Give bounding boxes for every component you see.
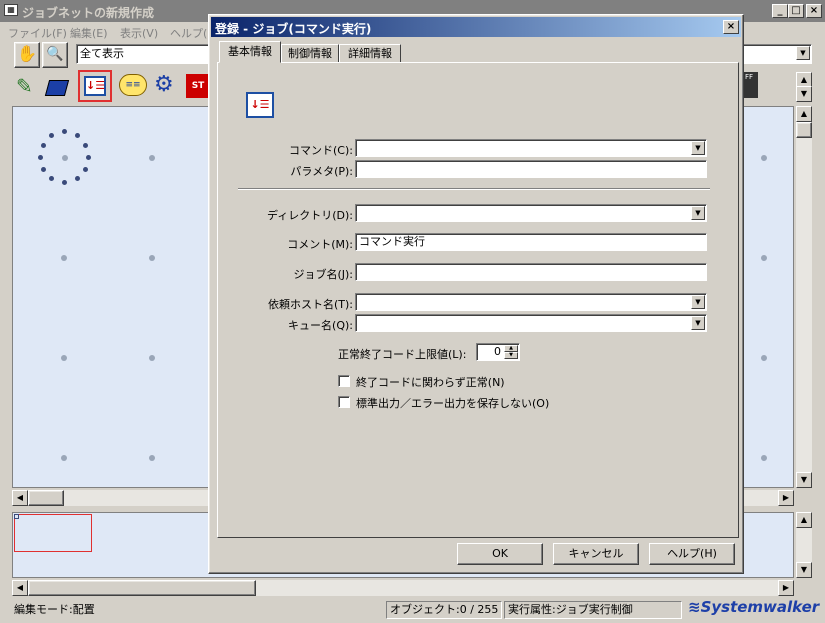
comment-label: コメント(M): (287, 238, 353, 251)
main-window-title: ジョブネットの新規作成 (22, 6, 155, 20)
queue-combo[interactable]: ▼ (355, 314, 707, 332)
close-button[interactable]: × (806, 4, 822, 18)
dialog-close-button[interactable]: × (723, 20, 739, 34)
minimize-button[interactable]: _ (772, 4, 788, 18)
no-save-output-label[interactable]: 標準出力／エラー出力を保存しない(O) (356, 395, 549, 411)
app-icon: ▦ (4, 4, 18, 16)
ignore-exit-code-label[interactable]: 終了コードに関わらず正常(N) (356, 374, 505, 390)
brand-mark-icon: ≋ (688, 598, 701, 616)
help-button[interactable]: ヘルプ(H) (649, 543, 735, 565)
overview-start-marker (14, 514, 19, 519)
grid-dot (149, 255, 155, 261)
host-combo[interactable]: ▼ (355, 293, 707, 311)
scroll-right-icon[interactable]: ▶ (778, 580, 794, 596)
zoom-tool-button[interactable]: 🔍 (42, 42, 68, 68)
right-combo[interactable]: ▼ (742, 44, 812, 64)
scroll-down-icon[interactable]: ▼ (796, 562, 812, 578)
cancel-button[interactable]: キャンセル (553, 543, 639, 565)
hand-icon: ✋ (17, 44, 37, 63)
overview-vscroll[interactable]: ▲ ▼ (796, 512, 812, 578)
tab-basic[interactable]: 基本情報 (219, 41, 281, 63)
menu-view[interactable]: 表示(V) (120, 25, 158, 41)
separator (238, 188, 710, 190)
gear-icon[interactable]: ⚙ (154, 72, 182, 100)
start-node[interactable] (37, 129, 93, 185)
tab-control[interactable]: 制御情報 (281, 44, 339, 63)
overview-hscroll[interactable]: ◀ ▶ (12, 580, 794, 596)
scroll-up-icon[interactable]: ▲ (796, 106, 812, 122)
spinner-down-icon[interactable]: ▼ (504, 352, 518, 359)
view-combo-value: 全て表示 (80, 47, 124, 60)
job-register-dialog: 登録 - ジョブ(コマンド実行) × 基本情報 制御情報 詳細情報 ↓☰ コマン… (208, 14, 744, 574)
grid-dot (761, 255, 767, 261)
menu-edit[interactable]: 編集(E) (70, 25, 108, 41)
hscroll-thumb[interactable] (28, 490, 64, 506)
scroll-down-icon[interactable]: ▼ (796, 472, 812, 488)
directory-label: ディレクトリ(D): (267, 209, 353, 222)
systemwalker-logo: ≋Systemwalker (688, 598, 820, 616)
status-exec-attr: 実行属性:ジョブ実行制御 (504, 601, 682, 619)
grid-dot (149, 155, 155, 161)
grid-dot (61, 355, 67, 361)
toolbar-scroll-down[interactable]: ▼ (796, 86, 812, 102)
command-combo[interactable]: ▼ (355, 139, 707, 157)
vscroll-thumb[interactable] (796, 122, 812, 138)
stop-icon[interactable]: ST (186, 74, 210, 98)
book-icon[interactable] (44, 74, 70, 100)
grid-dot (149, 455, 155, 461)
exit-code-spinner[interactable]: 0 ▲ ▼ (476, 343, 520, 361)
grid-dot (61, 455, 67, 461)
hscroll-thumb[interactable] (28, 580, 256, 596)
exit-code-label: 正常終了コード上限値(L): (338, 348, 467, 361)
overview-viewport[interactable] (14, 514, 92, 552)
command-job-icon: ↓☰ (246, 92, 274, 118)
maximize-button[interactable]: □ (788, 4, 804, 18)
chevron-down-icon[interactable]: ▼ (691, 316, 705, 330)
no-save-output-checkbox[interactable] (338, 396, 350, 408)
tab-detail[interactable]: 詳細情報 (339, 44, 401, 63)
ok-button[interactable]: OK (457, 543, 543, 565)
magnifier-icon: 🔍 (46, 46, 64, 62)
job-name-label: ジョブ名(J): (293, 268, 353, 281)
scroll-left-icon[interactable]: ◀ (12, 580, 28, 596)
ignore-exit-code-checkbox[interactable] (338, 375, 350, 387)
chevron-down-icon[interactable]: ▼ (796, 46, 810, 60)
scroll-up-icon[interactable]: ▲ (796, 512, 812, 528)
view-combo[interactable]: 全て表示 (76, 44, 216, 64)
dialog-title-bar: 登録 - ジョブ(コマンド実行) × (211, 17, 741, 37)
scroll-left-icon[interactable]: ◀ (12, 490, 28, 506)
comment-input[interactable]: コマンド実行 (355, 233, 707, 251)
host-label: 依頼ホスト名(T): (267, 298, 353, 311)
menu-file[interactable]: ファイル(F) (8, 25, 67, 41)
command-label: コマンド(C): (289, 144, 353, 157)
grid-dot (149, 355, 155, 361)
message-job-icon[interactable]: ≡≡ (118, 72, 148, 100)
command-job-icon[interactable]: ↓☰ (78, 70, 112, 102)
parameter-label: パラメタ(P): (290, 165, 353, 178)
chevron-down-icon[interactable]: ▼ (691, 141, 705, 155)
chevron-down-icon[interactable]: ▼ (691, 206, 705, 220)
grid-dot (761, 355, 767, 361)
hand-tool-button[interactable]: ✋ (14, 42, 40, 68)
grid-dot (61, 255, 67, 261)
pencil-icon[interactable]: ✎ (16, 74, 42, 100)
job-name-input[interactable] (355, 263, 707, 281)
grid-dot (761, 455, 767, 461)
status-mode: 編集モード:配置 (14, 603, 95, 616)
grid-dot (761, 155, 767, 161)
canvas-vscroll[interactable]: ▲ ▼ (796, 106, 812, 488)
tab-panel: ↓☰ コマンド(C): ▼ パラメタ(P): ディレクトリ(D): ▼ コメント… (217, 62, 739, 538)
spinner-up-icon[interactable]: ▲ (504, 345, 518, 352)
chevron-down-icon[interactable]: ▼ (691, 295, 705, 309)
dialog-title: 登録 - ジョブ(コマンド実行) (215, 22, 372, 36)
scroll-right-icon[interactable]: ▶ (778, 490, 794, 506)
parameter-input[interactable] (355, 160, 707, 178)
status-objects: オブジェクト:0 / 255 (386, 601, 502, 619)
queue-label: キュー名(Q): (288, 319, 353, 332)
directory-combo[interactable]: ▼ (355, 204, 707, 222)
